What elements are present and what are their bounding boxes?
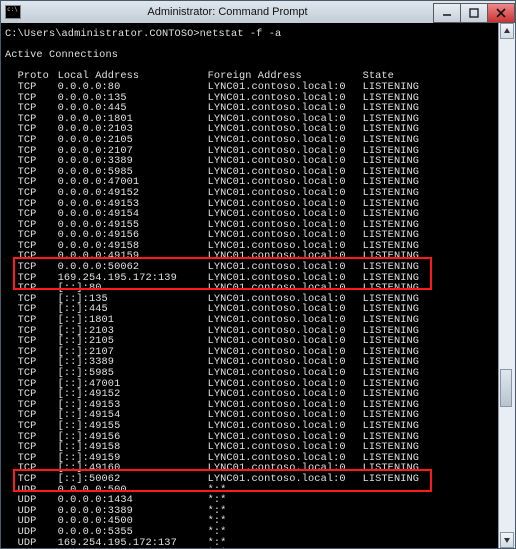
cell-proto: TCP [18, 188, 58, 199]
cell-local: 0.0.0.0:49152 [58, 188, 208, 199]
cell-state: LISTENING [363, 421, 420, 432]
connection-row: TCP[::]:50062LYNC01.contoso.local:0LISTE… [5, 474, 511, 485]
connection-row: TCP0.0.0.0:2105LYNC01.contoso.local:0LIS… [5, 135, 511, 146]
active-connections-header: Active Connections [5, 50, 511, 61]
cell-local: 0.0.0.0:5355 [58, 527, 208, 538]
connection-row: TCP0.0.0.0:49152LYNC01.contoso.local:0LI… [5, 188, 511, 199]
cell-local: 0.0.0.0:2105 [58, 135, 208, 146]
cell-proto: TCP [18, 421, 58, 432]
cell-proto: TCP [18, 368, 58, 379]
cell-proto: TCP [18, 82, 58, 93]
cell-foreign: *:* [208, 527, 363, 538]
connection-row: UDP0.0.0.0:5355*:* [5, 527, 511, 538]
cell-state: LISTENING [363, 82, 420, 93]
cell-foreign: LYNC01.contoso.local:0 [208, 421, 363, 432]
maximize-button[interactable] [460, 3, 488, 23]
cell-foreign: LYNC01.contoso.local:0 [208, 474, 363, 485]
close-icon [496, 8, 506, 18]
cell-foreign: *:* [208, 495, 363, 506]
cell-state: LISTENING [363, 188, 420, 199]
cell-proto: UDP [18, 527, 58, 538]
cell-local: [::]:49155 [58, 421, 208, 432]
cell-foreign: LYNC01.contoso.local:0 [208, 135, 363, 146]
window-buttons [434, 3, 515, 21]
cell-proto: TCP [18, 474, 58, 485]
chevron-down-icon [503, 536, 511, 544]
close-button[interactable] [487, 3, 515, 23]
terminal-area[interactable]: C:\Users\administrator.CONTOSO>netstat -… [1, 23, 515, 548]
cell-state: LISTENING [363, 135, 420, 146]
connection-row: TCP0.0.0.0:80LYNC01.contoso.local:0LISTE… [5, 82, 511, 93]
cell-foreign: *:* [208, 506, 363, 517]
minimize-button[interactable] [433, 3, 461, 23]
cell-foreign: *:* [208, 516, 363, 527]
cmd-icon [5, 5, 21, 19]
window-title: Administrator: Command Prompt [21, 6, 434, 18]
rows-container: TCP0.0.0.0:80LYNC01.contoso.local:0LISTE… [5, 82, 511, 548]
scroll-down-button[interactable] [500, 532, 514, 548]
vertical-scrollbar[interactable] [498, 23, 515, 548]
scroll-thumb[interactable] [500, 369, 512, 407]
chevron-up-icon [503, 27, 511, 35]
cell-proto: TCP [18, 135, 58, 146]
connection-row: TCP[::]:5985LYNC01.contoso.local:0LISTEN… [5, 368, 511, 379]
cell-local: [::]:50062 [58, 474, 208, 485]
minimize-icon [442, 8, 452, 18]
cell-foreign: LYNC01.contoso.local:0 [208, 82, 363, 93]
cell-foreign: LYNC01.contoso.local:0 [208, 368, 363, 379]
cell-foreign: *:* [208, 485, 363, 496]
cell-state: LISTENING [363, 368, 420, 379]
cell-local: [::]:5985 [58, 368, 208, 379]
scroll-track[interactable] [499, 39, 515, 532]
cell-foreign: LYNC01.contoso.local:0 [208, 188, 363, 199]
command-prompt-window: Administrator: Command Prompt C:\Users\a… [0, 0, 516, 549]
titlebar[interactable]: Administrator: Command Prompt [1, 1, 515, 24]
cell-local: 0.0.0.0:80 [58, 82, 208, 93]
cell-foreign: *:* [208, 538, 363, 549]
cell-state: LISTENING [363, 474, 420, 485]
prompt-line: C:\Users\administrator.CONTOSO>netstat -… [5, 29, 511, 40]
connection-row: TCP[::]:49155LYNC01.contoso.local:0LISTE… [5, 421, 511, 432]
scroll-up-button[interactable] [500, 23, 514, 39]
maximize-icon [469, 8, 479, 18]
